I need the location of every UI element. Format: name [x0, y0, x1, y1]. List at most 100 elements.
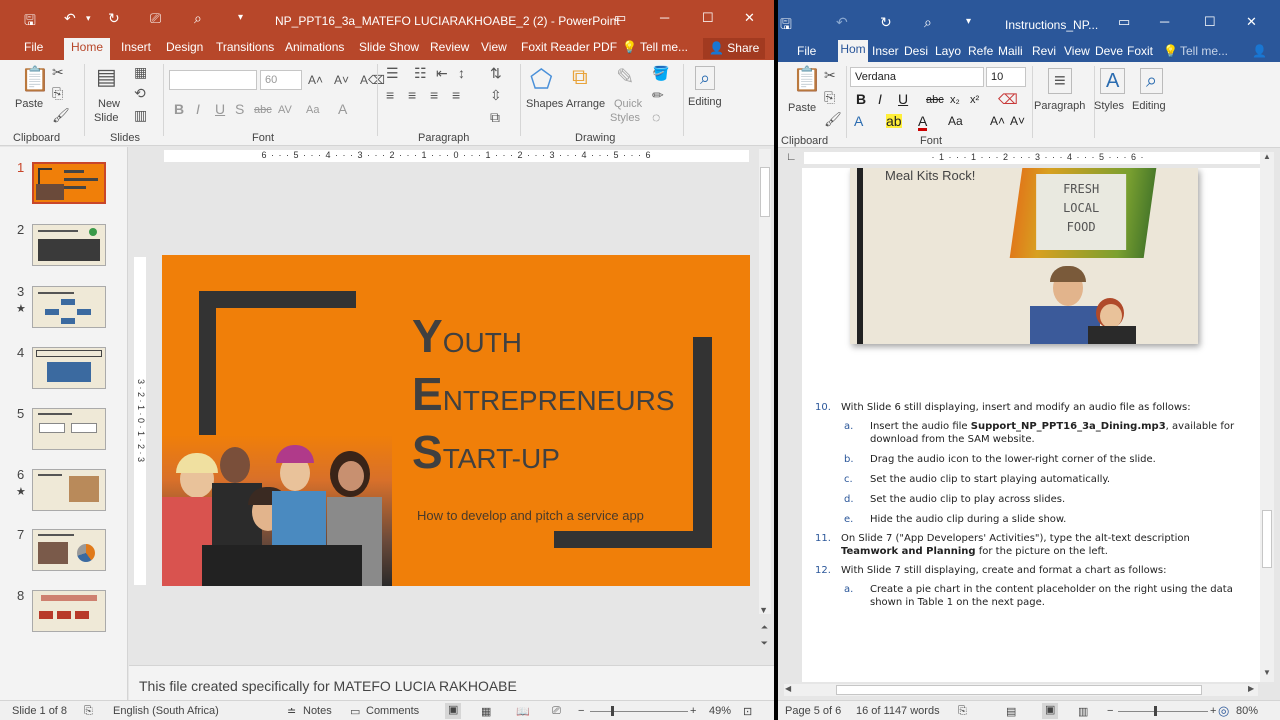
notes-button[interactable]: Notes [303, 705, 332, 717]
decrease-font-icon[interactable]: A˅ [334, 73, 349, 87]
paste-button[interactable]: Paste [788, 102, 816, 114]
font-name-box[interactable] [169, 70, 257, 90]
cut-icon[interactable]: ✂ [52, 65, 64, 79]
italic-icon[interactable]: I [878, 92, 882, 106]
align-right-icon[interactable]: ≡ [430, 88, 438, 102]
decrease-indent-icon[interactable]: ⇤ [436, 66, 448, 80]
shadow-icon[interactable]: S [235, 102, 244, 116]
zoom-out-icon[interactable]: − [1107, 705, 1113, 717]
redo-icon[interactable]: ↻ [108, 10, 120, 27]
zoom-out-icon[interactable]: − [578, 705, 584, 717]
font-color-icon[interactable]: A [918, 114, 928, 131]
tell-me-box[interactable]: Tell me... [640, 40, 688, 54]
normal-view-icon[interactable]: ▣ [445, 703, 462, 719]
paste-button[interactable]: Paste [15, 98, 43, 110]
slide-thumbnail-8[interactable] [32, 590, 106, 632]
clear-formatting-icon[interactable]: ⌫ [998, 92, 1018, 106]
tab-references[interactable]: Refe [968, 44, 993, 58]
bold-icon[interactable]: B [856, 92, 866, 106]
zoom-in-icon[interactable]: + [690, 705, 696, 717]
maximize-icon[interactable]: ☐ [702, 10, 714, 26]
italic-icon[interactable]: I [196, 102, 200, 116]
notes-pane[interactable]: This file created specifically for MATEF… [129, 665, 774, 700]
scroll-right-icon[interactable]: ▶ [1248, 684, 1254, 693]
tab-mailings[interactable]: Maili [998, 44, 1023, 58]
shape-outline-icon[interactable]: ✏ [652, 88, 664, 102]
section-icon[interactable]: ▥ [134, 108, 147, 122]
text-effects-icon[interactable]: A [854, 114, 863, 128]
tab-review[interactable]: Review [430, 40, 469, 54]
language-indicator[interactable]: English (South Africa) [113, 705, 219, 717]
save-icon[interactable]: 🖫 [24, 10, 36, 34]
scroll-up-icon[interactable]: ▲ [1263, 152, 1271, 161]
increase-font-icon[interactable]: A˄ [308, 73, 323, 87]
shrink-font-icon[interactable]: A˅ [1010, 114, 1025, 128]
ribbon-display-icon[interactable]: ▭ [1118, 14, 1130, 30]
slide-canvas[interactable]: YOUTH ENTREPRENEURS START-UP How to deve… [162, 255, 750, 586]
tab-foxit[interactable]: Foxit [1127, 44, 1153, 58]
tab-file[interactable]: File [24, 40, 43, 54]
ribbon-display-icon[interactable]: ▭ [614, 10, 626, 26]
tab-foxit[interactable]: Foxit Reader PDF [521, 40, 617, 54]
clear-format-icon[interactable]: A⌫ [360, 73, 385, 87]
slide-thumbnail-6[interactable] [32, 469, 106, 511]
word-vertical-scrollbar[interactable]: ▲ ▼ [1260, 152, 1274, 682]
zoom-slider-thumb[interactable] [611, 706, 614, 716]
quick-styles-button[interactable]: Quick [614, 98, 642, 110]
read-mode-icon[interactable]: ▤ [1006, 705, 1016, 718]
paste-icon[interactable]: 📋 [792, 68, 822, 92]
line-spacing-icon[interactable]: ↕ [458, 66, 465, 80]
tab-home[interactable]: Home [64, 38, 110, 60]
tab-slide-show[interactable]: Slide Show [359, 40, 419, 54]
strikethrough-icon[interactable]: abc [926, 93, 944, 107]
font-size-box[interactable]: 60 [260, 70, 302, 90]
tab-view[interactable]: View [481, 40, 507, 54]
zoom-slider-thumb[interactable] [1154, 706, 1157, 716]
undo-dropdown-icon[interactable]: ▾ [86, 13, 91, 24]
align-left-icon[interactable]: ≡ [386, 88, 394, 102]
web-layout-icon[interactable]: ▥ [1078, 705, 1088, 718]
start-from-beginning-icon[interactable]: ⎚ [150, 10, 161, 27]
print-preview-icon[interactable]: ⌕ [194, 10, 202, 27]
smartart-icon[interactable]: ⧉ [490, 110, 500, 124]
shapes-button[interactable]: Shapes [526, 98, 563, 110]
slide-thumbnail-4[interactable] [32, 347, 106, 389]
arrange-button[interactable]: Arrange [566, 98, 605, 110]
copy-icon[interactable]: ⎘ [824, 90, 835, 104]
paragraph-icon[interactable]: ≡ [1048, 68, 1072, 94]
underline-icon[interactable]: U [215, 102, 225, 116]
minimize-icon[interactable]: ─ [660, 10, 669, 25]
tab-home[interactable]: Hom [838, 40, 868, 62]
bold-icon[interactable]: B [174, 102, 184, 116]
word-horizontal-scrollbar[interactable]: ◀ ▶ [784, 684, 1258, 696]
shape-effects-icon[interactable]: ◌ [652, 110, 660, 124]
slide-thumbnail-5[interactable] [32, 408, 106, 450]
slide-sorter-icon[interactable]: ▦ [481, 705, 491, 718]
subscript-icon[interactable]: x₂ [950, 93, 960, 107]
vertical-scrollbar[interactable] [759, 149, 771, 614]
minimize-icon[interactable]: ─ [1160, 14, 1169, 29]
zoom-in-icon[interactable]: + [1210, 705, 1216, 717]
tab-review[interactable]: Revi [1032, 44, 1056, 58]
save-icon[interactable]: 🖫 [780, 14, 792, 38]
arrange-icon[interactable]: ⧉ [572, 66, 588, 88]
strikethrough-icon[interactable]: abc [254, 103, 272, 117]
new-slide-button[interactable]: New [98, 98, 120, 110]
slide-6-image[interactable]: Meal Kits Rock! FRESH LOCAL FOOD [850, 168, 1198, 344]
redo-icon[interactable]: ↻ [880, 14, 892, 31]
scroll-down-icon[interactable]: ▼ [1263, 668, 1271, 677]
slideshow-icon[interactable]: ⎚ [552, 705, 561, 718]
editing-button[interactable]: Editing [688, 96, 722, 108]
close-icon[interactable]: ✕ [744, 10, 755, 26]
close-icon[interactable]: ✕ [1246, 14, 1257, 30]
slide-thumbnail-3[interactable] [32, 286, 106, 328]
slide-title[interactable]: YOUTH ENTREPRENEURS START-UP [412, 309, 675, 483]
proofing-icon[interactable]: ⎘ [958, 705, 967, 718]
paragraph-button[interactable]: Paragraph [1034, 100, 1085, 112]
center-icon[interactable]: ≡ [408, 88, 416, 102]
shapes-icon[interactable]: ⬠ [530, 66, 553, 92]
reading-view-icon[interactable]: 📖 [516, 705, 530, 718]
tab-design[interactable]: Design [166, 40, 203, 54]
cut-icon[interactable]: ✂ [824, 68, 836, 82]
word-count[interactable]: 16 of 1147 words [856, 705, 940, 717]
